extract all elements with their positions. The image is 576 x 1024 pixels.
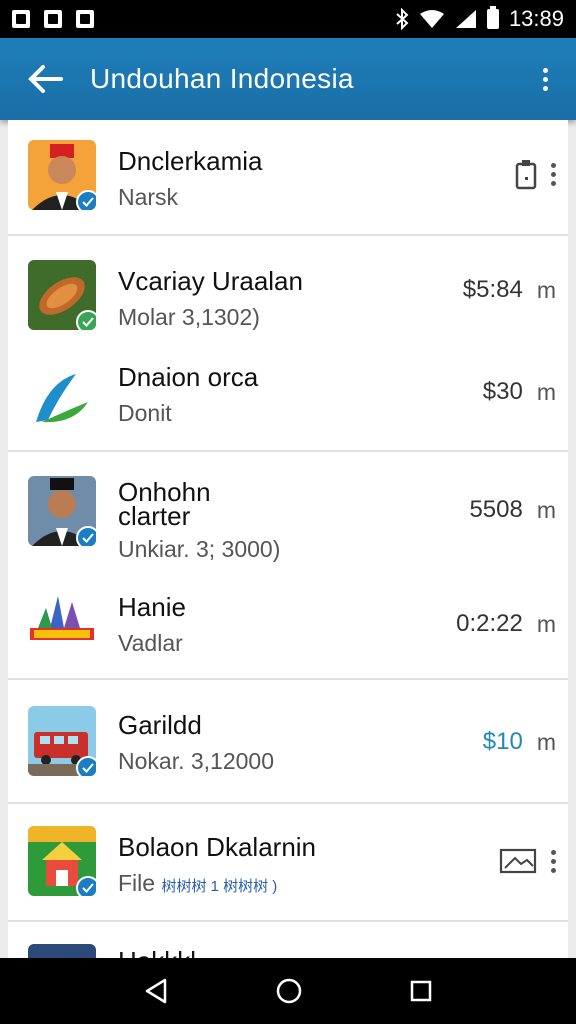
item-thumbnail — [28, 944, 96, 958]
status-bar: 13:89 — [0, 0, 576, 38]
item-value: 5508 — [469, 496, 523, 523]
item-title: Vcariay Uraalan — [118, 266, 303, 296]
item-title: Dnaion orca — [118, 362, 259, 392]
nav-back-icon[interactable] — [143, 977, 169, 1005]
item-title-line2: clarter — [118, 501, 191, 531]
check-icon — [76, 190, 96, 210]
item-unit: m — [536, 610, 556, 637]
signal-icon — [455, 10, 476, 28]
check-icon — [76, 526, 96, 546]
avatar-thumbnail — [28, 476, 96, 546]
item-subtitle: Unkiar. 3; 3000) — [118, 536, 281, 562]
check-icon — [76, 756, 96, 776]
item-subtitle: File 树树树 1 树树树 ) — [118, 870, 316, 897]
item-subtitle-file: File — [118, 870, 156, 896]
overflow-menu-button[interactable] — [514, 38, 576, 120]
item-title: Hakkkl — [118, 946, 196, 958]
list-item[interactable]: Onhohn clarter Unkiar. 3; 3000) 5508 m — [8, 452, 568, 570]
item-subtitle: Nokar. 3,12000 — [118, 748, 275, 774]
item-value: 0:2:22 — [456, 610, 523, 637]
bluetooth-icon — [396, 8, 409, 30]
item-value: $5:84 — [462, 276, 523, 303]
navigation-bar — [0, 958, 576, 1024]
list-item[interactable]: Dnclerkamia Narsk — [8, 120, 568, 236]
item-subtitle: Donit — [118, 400, 172, 426]
item-unit: m — [536, 496, 556, 523]
bus-thumbnail — [28, 706, 96, 776]
nav-home-icon[interactable] — [275, 977, 303, 1005]
item-subtitle-extra: 树树树 1 树树树 ) — [161, 878, 278, 895]
item-title: Garildd — [118, 710, 202, 740]
item-subtitle: Molar 3,1302) — [118, 304, 260, 330]
status-time: 13:89 — [508, 6, 564, 31]
festival-logo-thumbnail — [28, 588, 96, 658]
item-menu-button[interactable] — [551, 162, 556, 186]
list-item[interactable]: Garildd Nokar. 3,12000 $10 m — [8, 680, 568, 804]
item-subtitle: Vadlar — [118, 630, 183, 656]
list-item[interactable]: Hakkkl — [8, 922, 568, 958]
notification-icon — [76, 10, 94, 28]
check-icon — [76, 310, 96, 330]
wifi-icon — [419, 10, 444, 28]
app-bar: Undouhan Indonesia — [0, 38, 576, 120]
item-title: Dnclerkamia — [118, 146, 263, 176]
house-thumbnail — [28, 826, 96, 896]
item-menu-button[interactable] — [551, 849, 556, 873]
item-unit: m — [536, 378, 556, 405]
item-title: Bolaon Dkalarnin — [118, 832, 317, 862]
list-item[interactable]: Bolaon Dkalarnin File 树树树 1 树树树 ) — [8, 804, 568, 922]
leaf-logo-thumbnail — [28, 362, 96, 432]
cacao-thumbnail — [28, 260, 96, 330]
battery-icon — [486, 6, 499, 29]
download-list: Dnclerkamia Narsk Vcariay Uraalan Molar … — [8, 120, 568, 958]
item-title: Hanie — [118, 592, 186, 622]
item-subtitle: Narsk — [118, 184, 179, 210]
clipboard-icon[interactable] — [515, 158, 537, 190]
avatar-thumbnail — [28, 140, 96, 210]
nav-recents-icon[interactable] — [409, 979, 433, 1003]
camera-icon — [44, 10, 62, 28]
image-icon[interactable] — [499, 848, 537, 874]
more-vert-icon — [542, 67, 548, 91]
list-item[interactable]: Hanie Vadlar 0:2:22 m — [8, 570, 568, 680]
item-value: $30 — [482, 378, 523, 405]
item-value: $10 — [482, 728, 523, 755]
page-title: Undouhan Indonesia — [90, 63, 354, 94]
item-unit: m — [536, 276, 556, 303]
list-item[interactable]: Vcariay Uraalan Molar 3,1302) $5:84 m — [8, 236, 568, 346]
back-button[interactable] — [0, 38, 90, 120]
check-icon — [76, 876, 96, 896]
arrow-left-icon — [28, 65, 63, 93]
list-item[interactable]: Dnaion orca Donit $30 m — [8, 346, 568, 452]
gallery-icon — [12, 10, 30, 28]
item-unit: m — [536, 728, 556, 755]
